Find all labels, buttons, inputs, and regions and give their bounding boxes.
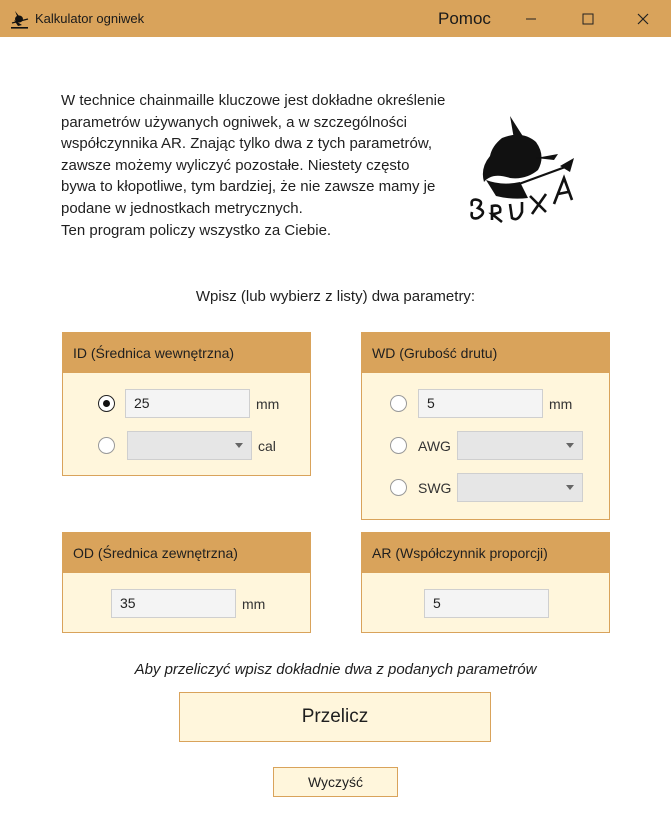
help-menu-button[interactable]: Pomoc [438,9,491,29]
wd-awg-radio[interactable] [390,437,407,454]
minimize-icon [526,18,536,19]
bruxa-logo [470,116,574,224]
intro-paragraph: W technice chainmaille kluczowe jest dok… [61,92,446,217]
id-panel-title: ID (Średnica wewnętrzna) [63,333,310,373]
instruction-text: Wpisz (lub wybierz z listy) dwa parametr… [195,288,476,305]
wd-awg-label: AWG [418,438,451,454]
intro-text: W technice chainmaille kluczowe jest dok… [61,90,446,241]
wd-swg-dropdown[interactable] [457,473,583,502]
od-input[interactable]: 35 [111,589,236,618]
intro-line: Ten program policzy wszystko za Ciebie. [61,221,332,239]
close-icon [637,13,649,24]
witch-icon [11,11,29,29]
maximize-icon [582,13,594,24]
od-unit: mm [242,596,266,612]
id-cal-dropdown[interactable] [127,431,252,460]
calculate-button[interactable]: Przelicz [179,692,491,742]
wd-mm-input[interactable]: 5 [418,389,543,418]
window-title: Kalkulator ogniwek [35,11,145,26]
ar-panel: AR (Współczynnik proporcji) 5 [361,532,610,633]
wd-swg-radio[interactable] [390,479,407,496]
wd-panel-title: WD (Grubość drutu) [362,333,609,373]
od-panel: OD (Średnica zewnętrzna) 35 mm [62,532,311,633]
chevron-down-icon [235,443,243,448]
maximize-button[interactable] [565,0,611,37]
title-bar: Kalkulator ogniwek Pomoc [0,0,671,37]
id-mm-input[interactable]: 25 [125,389,250,418]
wd-mm-radio[interactable] [390,395,407,412]
minimize-button[interactable] [508,0,554,37]
wd-swg-label: SWG [418,480,452,496]
wd-panel: WD (Grubość drutu) 5 mm AWG SWG [361,332,610,520]
hint-text: Aby przeliczyć wpisz dokładnie dwa z pod… [134,661,537,678]
ar-input[interactable]: 5 [424,589,549,618]
wd-mm-unit: mm [549,396,573,412]
id-cal-unit: cal [258,438,276,454]
ar-panel-title: AR (Współczynnik proporcji) [362,533,609,573]
id-mm-radio[interactable] [98,395,115,412]
id-panel: ID (Średnica wewnętrzna) 25 mm cal [62,332,311,476]
chevron-down-icon [566,443,574,448]
clear-button[interactable]: Wyczyść [273,767,398,797]
od-panel-title: OD (Średnica zewnętrzna) [63,533,310,573]
chevron-down-icon [566,485,574,490]
id-mm-unit: mm [256,396,280,412]
id-cal-radio[interactable] [98,437,115,454]
wd-awg-dropdown[interactable] [457,431,583,460]
close-button[interactable] [620,0,666,37]
